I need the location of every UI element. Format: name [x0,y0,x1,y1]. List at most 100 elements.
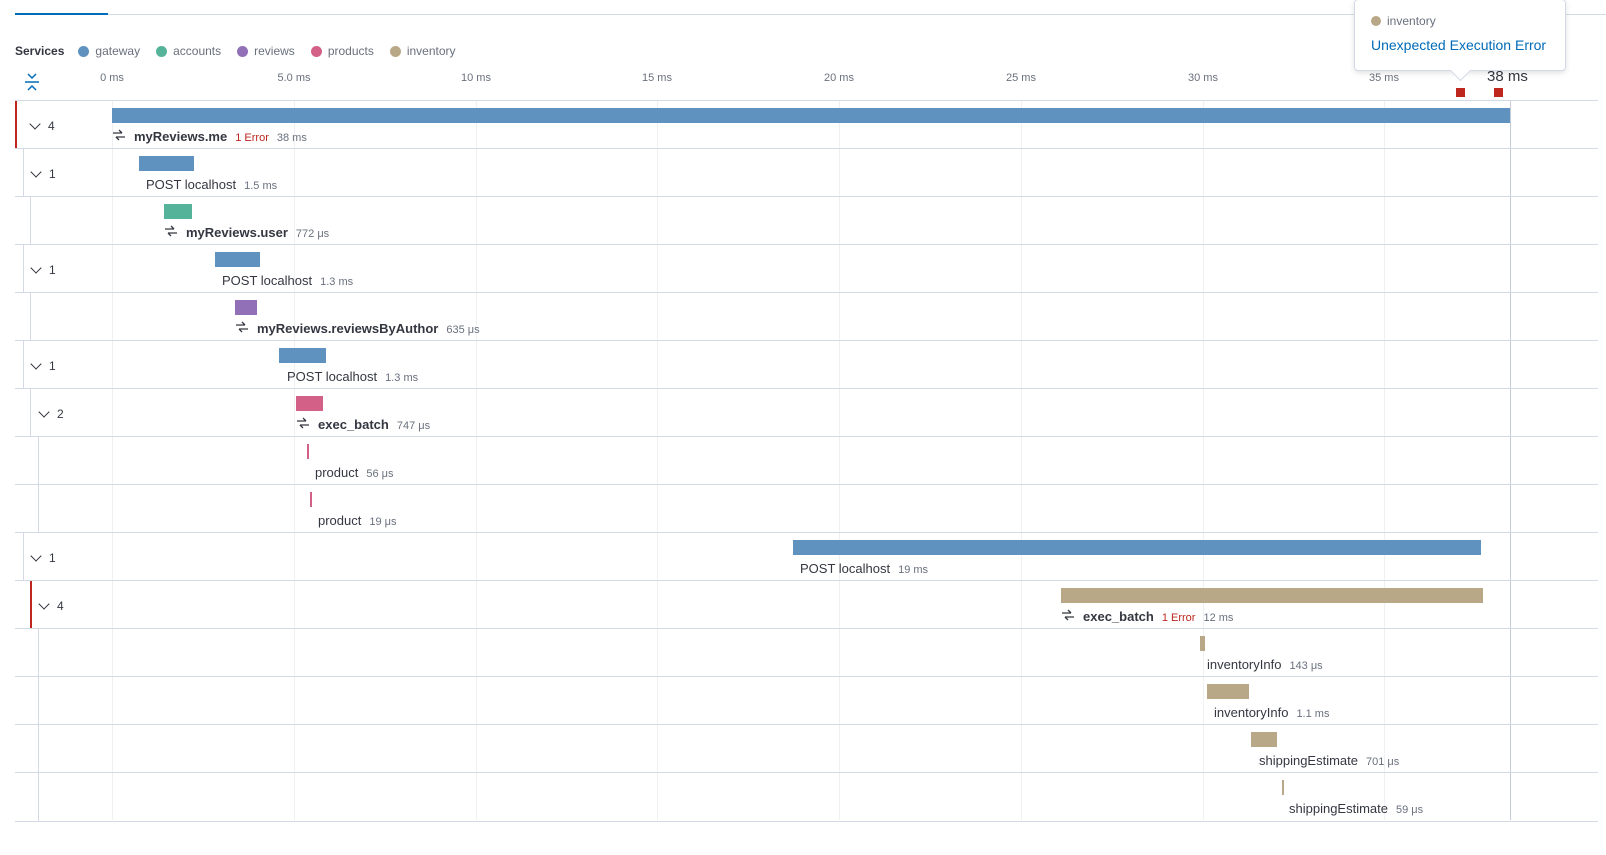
span-row[interactable]: inventoryInfo 1.1 ms [15,676,1598,725]
axis-tick-label: 0 ms [100,72,124,84]
popover-service: inventory [1371,14,1436,28]
tree-guide-line [38,725,39,773]
span-duration: 59 μs [1396,804,1424,816]
span-label[interactable]: myReviews.me 1 Error 38 ms [112,129,307,144]
sync-icon [113,129,125,141]
error-marker[interactable] [1494,88,1503,97]
span-bar[interactable] [215,252,260,267]
span-row[interactable]: shippingEstimate 701 μs [15,724,1598,773]
chevron-down-icon [30,357,42,370]
span-label[interactable]: inventoryInfo 143 μs [1207,657,1323,672]
span-label[interactable]: POST localhost 1.5 ms [146,177,277,192]
span-name: inventoryInfo [1214,705,1289,720]
span-bar[interactable] [310,492,312,507]
tree-guide-line [38,773,39,821]
error-marker[interactable] [1456,88,1465,97]
span-duration: 1.1 ms [1296,708,1330,720]
span-bar[interactable] [164,204,192,219]
axis-tick-label: 5.0 ms [277,72,311,84]
span-bar[interactable] [139,156,194,171]
span-row[interactable]: 1 POST localhost 1.3 ms [15,244,1598,293]
axis-tick-label: 15 ms [642,72,672,84]
chevron-down-icon [30,165,42,178]
span-name: product [315,465,359,480]
span-bar[interactable] [1061,588,1483,603]
tree-guide-line [38,629,39,677]
span-row[interactable]: 2 exec_batch 747 μs [15,388,1598,437]
span-bar[interactable] [1207,684,1249,699]
axis-tick-label: 10 ms [461,72,491,84]
tree-guide-line [30,197,31,245]
span-expand-toggle[interactable]: 1 [30,261,56,277]
tree-guide-line [23,341,24,389]
span-duration: 747 μs [396,420,431,432]
span-expand-toggle[interactable]: 1 [30,165,56,181]
span-bar[interactable] [112,108,1510,123]
span-bar[interactable] [235,300,257,315]
axis-tick-label: 35 ms [1369,72,1399,84]
span-bar[interactable] [1251,732,1277,747]
span-expand-toggle[interactable]: 2 [38,405,64,421]
span-row[interactable]: shippingEstimate 59 μs [15,772,1598,822]
span-label[interactable]: product 56 μs [315,465,394,480]
axis-tick-label: 30 ms [1188,72,1218,84]
span-row[interactable]: myReviews.user 772 μs [15,196,1598,245]
span-label[interactable]: POST localhost 1.3 ms [222,273,353,288]
tree-guide-line [23,245,24,293]
span-name: inventoryInfo [1207,657,1282,672]
span-expand-toggle[interactable]: 4 [38,597,64,613]
span-label[interactable]: myReviews.user 772 μs [164,225,329,240]
span-row[interactable]: 1 POST localhost 19 ms [15,532,1598,581]
axis-tick-label: 25 ms [1006,72,1036,84]
tree-guide-line [23,533,24,581]
sync-icon [297,417,309,429]
span-bar[interactable] [279,348,326,363]
span-label[interactable]: exec_batch 747 μs [296,417,430,432]
span-label[interactable]: inventoryInfo 1.1 ms [1214,705,1329,720]
chevron-down-icon [30,549,42,562]
span-bar[interactable] [296,396,323,411]
span-duration: 19 ms [898,564,929,576]
span-label[interactable]: myReviews.reviewsByAuthor 635 μs [235,321,480,336]
span-label[interactable]: shippingEstimate 59 μs [1289,801,1423,816]
span-expand-toggle[interactable]: 1 [30,357,56,373]
span-row[interactable]: 4 exec_batch 1 Error 12 ms [15,580,1598,629]
span-bar[interactable] [1200,636,1205,651]
span-name: myReviews.user [186,225,288,240]
span-row[interactable]: myReviews.reviewsByAuthor 635 μs [15,292,1598,341]
child-count: 1 [49,359,56,373]
tree-guide-line [23,149,24,197]
span-name: POST localhost [146,177,237,192]
span-bar[interactable] [1282,780,1284,795]
span-duration: 12 ms [1203,612,1234,624]
span-bar[interactable] [307,444,309,459]
span-label[interactable]: shippingEstimate 701 μs [1259,753,1399,768]
span-label[interactable]: exec_batch 1 Error 12 ms [1061,609,1233,624]
span-row[interactable]: 4 myReviews.me 1 Error 38 ms [15,100,1598,149]
span-label[interactable]: POST localhost 19 ms [800,561,928,576]
span-expand-toggle[interactable]: 1 [30,549,56,565]
span-name: POST localhost [222,273,313,288]
span-row[interactable]: 1 POST localhost 1.5 ms [15,148,1598,197]
span-row[interactable]: inventoryInfo 143 μs [15,628,1598,677]
span-duration: 38 ms [276,132,307,144]
span-duration: 143 μs [1289,660,1323,672]
span-bar[interactable] [793,540,1481,555]
error-badge[interactable]: 1 Error [1162,612,1196,624]
span-duration: 56 μs [366,468,394,480]
span-row[interactable]: product 19 μs [15,484,1598,533]
span-row[interactable]: 1 POST localhost 1.3 ms [15,340,1598,389]
span-label[interactable]: POST localhost 1.3 ms [287,369,418,384]
popover-error-link[interactable]: Unexpected Execution Error [1371,37,1546,53]
span-duration: 701 μs [1366,756,1400,768]
span-name: POST localhost [287,369,378,384]
child-count: 1 [49,167,56,181]
span-expand-toggle[interactable]: 4 [29,117,55,133]
tree-guide-line [38,677,39,725]
span-name: POST localhost [800,561,891,576]
span-label[interactable]: product 19 μs [318,513,397,528]
span-row[interactable]: product 56 μs [15,436,1598,485]
error-badge[interactable]: 1 Error [235,132,269,144]
span-duration: 772 μs [295,228,330,240]
chevron-down-icon [29,117,41,130]
